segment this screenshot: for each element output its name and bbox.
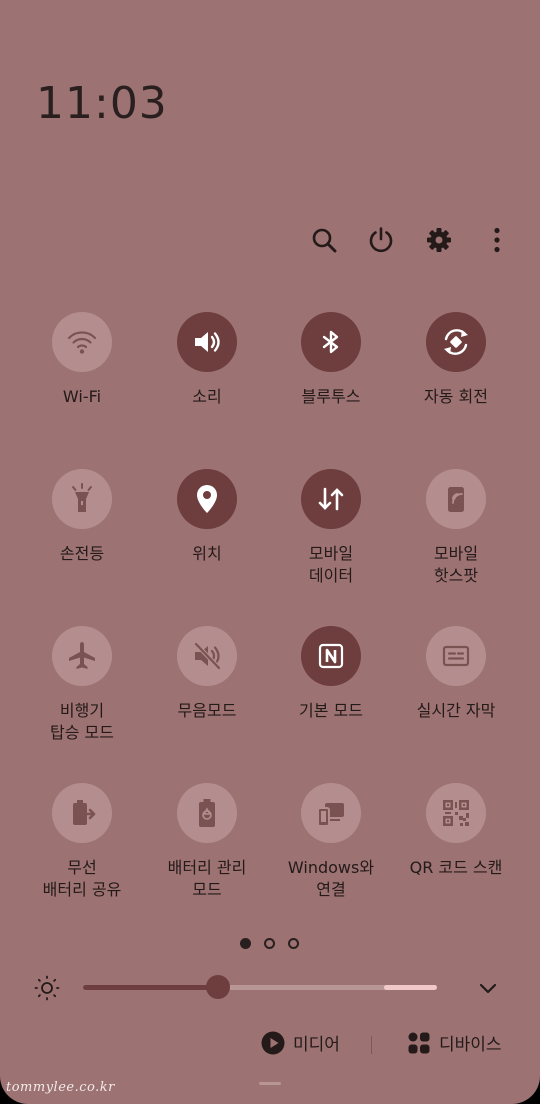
location-icon: [192, 482, 222, 516]
quick-toggle-label: 모바일 데이터: [308, 544, 354, 585]
quick-toggle-button[interactable]: [177, 469, 237, 529]
quick-toggle-nfc[interactable]: 기본 모드: [264, 626, 398, 722]
quick-toggle-label: 무선 배터리 공유: [42, 858, 122, 899]
media-label: 미디어: [293, 1035, 340, 1055]
quick-toggle-bluetooth[interactable]: 블루투스: [264, 312, 398, 408]
brightness-slider-thumb[interactable]: [205, 975, 230, 999]
bluetooth-icon: [316, 327, 346, 357]
devices-button[interactable]: 디바이스: [407, 1030, 502, 1055]
media-output-button[interactable]: 미디어: [261, 1030, 340, 1055]
quick-toggle-hotspot[interactable]: 모바일 핫스팟: [389, 469, 523, 587]
nfc-icon: [316, 641, 346, 671]
power-button[interactable]: [363, 222, 399, 258]
quick-toggle-link-to-windows[interactable]: Windows와 연결: [264, 783, 398, 901]
brightness-icon: [34, 975, 60, 1001]
quick-toggle-sound[interactable]: 소리: [140, 312, 274, 408]
more-options-button[interactable]: [479, 222, 515, 258]
quick-toggle-label: 배터리 관리 모드: [167, 858, 247, 899]
quick-toggle-button[interactable]: [426, 469, 486, 529]
quick-toggle-button[interactable]: [301, 626, 361, 686]
quick-toggle-label: 소리: [192, 387, 222, 406]
search-button[interactable]: [306, 222, 342, 258]
settings-icon: [427, 228, 451, 252]
quick-toggle-button[interactable]: [301, 783, 361, 843]
mute-icon: [190, 639, 224, 673]
clock: 11:03: [36, 78, 168, 129]
hotspot-icon: [439, 482, 473, 516]
quick-toggle-label: Windows와 연결: [287, 858, 375, 899]
quick-toggle-label: 무음모드: [177, 701, 237, 720]
quick-toggle-button[interactable]: [426, 626, 486, 686]
quick-toggle-label: QR 코드 스캔: [409, 858, 503, 877]
settings-button[interactable]: [421, 222, 457, 258]
quick-toggle-qr-scan[interactable]: QR 코드 스캔: [389, 783, 523, 879]
bottom-actions: 미디어 디바이스: [0, 1030, 540, 1060]
quick-toggle-label: 비행기 탑승 모드: [50, 701, 114, 742]
quick-toggle-button[interactable]: [52, 469, 112, 529]
page-dot[interactable]: [264, 938, 275, 949]
quick-toggle-button[interactable]: [52, 626, 112, 686]
quick-toggle-button[interactable]: [177, 783, 237, 843]
link-to-windows-icon: [314, 796, 348, 830]
quick-toggle-mobile-data[interactable]: 모바일 데이터: [264, 469, 398, 587]
quick-toggle-wifi[interactable]: Wi-Fi: [15, 312, 149, 408]
quick-panel: 11:03 Wi-Fi 소리 블루투스 자동 회전 손전등 위치 모바일 데이터…: [0, 0, 540, 1104]
quick-toggle-wireless-powershare[interactable]: 무선 배터리 공유: [15, 783, 149, 901]
quick-toggle-button[interactable]: [52, 783, 112, 843]
more-vert-icon: [494, 227, 500, 253]
live-caption-icon: [439, 639, 473, 673]
devices-grid-icon: [408, 1032, 430, 1053]
quick-toggle-label: 기본 모드: [299, 701, 363, 720]
wifi-icon: [65, 325, 99, 359]
quick-toggle-label: Wi-Fi: [62, 387, 102, 406]
flashlight-icon: [67, 482, 97, 516]
play-circle-icon: [261, 1031, 285, 1054]
power-icon: [369, 227, 393, 253]
quick-toggle-label: 모바일 핫스팟: [433, 544, 479, 585]
quick-toggle-live-caption[interactable]: 실시간 자막: [389, 626, 523, 722]
page-dot[interactable]: [288, 938, 299, 949]
qr-scan-icon: [440, 797, 472, 829]
quick-toggle-label: 실시간 자막: [416, 701, 496, 720]
quick-toggle-auto-rotate[interactable]: 자동 회전: [389, 312, 523, 408]
page-indicator: [240, 938, 300, 950]
quick-toggle-label: 자동 회전: [424, 387, 488, 406]
quick-toggle-label: 위치: [192, 544, 222, 563]
quick-toggle-button[interactable]: [177, 312, 237, 372]
quick-toggle-button[interactable]: [426, 783, 486, 843]
battery-saver-icon: [192, 796, 222, 830]
search-icon: [312, 228, 337, 253]
quick-toggle-battery-saver[interactable]: 배터리 관리 모드: [140, 783, 274, 901]
watermark: tommylee.co.kr: [6, 1080, 115, 1095]
quick-toggle-label: 손전등: [59, 544, 105, 563]
quick-panel-toolbar: [300, 222, 520, 258]
quick-toggle-flashlight[interactable]: 손전등: [15, 469, 149, 565]
devices-label: 디바이스: [439, 1035, 502, 1055]
brightness-slider[interactable]: [83, 985, 437, 990]
quick-toggle-button[interactable]: [52, 312, 112, 372]
quick-toggle-button[interactable]: [177, 626, 237, 686]
quick-toggle-label: 블루투스: [301, 387, 361, 406]
expand-chevron-icon[interactable]: [476, 976, 500, 1000]
quick-toggle-button[interactable]: [301, 312, 361, 372]
extra-brightness-indicator: [383, 985, 437, 990]
mobile-data-icon: [314, 482, 348, 516]
quick-toggle-button[interactable]: [301, 469, 361, 529]
auto-rotate-icon: [439, 325, 473, 359]
quick-toggle-location[interactable]: 위치: [140, 469, 274, 565]
divider: [371, 1036, 372, 1054]
wireless-powershare-icon: [65, 796, 99, 830]
brightness-slider-fill: [83, 985, 218, 990]
drag-handle[interactable]: [259, 1082, 281, 1085]
airplane-icon: [65, 639, 99, 673]
quick-toggle-airplane[interactable]: 비행기 탑승 모드: [15, 626, 149, 744]
page-dot-active[interactable]: [240, 938, 251, 949]
quick-toggle-mute[interactable]: 무음모드: [140, 626, 274, 722]
sound-icon: [190, 325, 224, 359]
quick-toggle-button[interactable]: [426, 312, 486, 372]
